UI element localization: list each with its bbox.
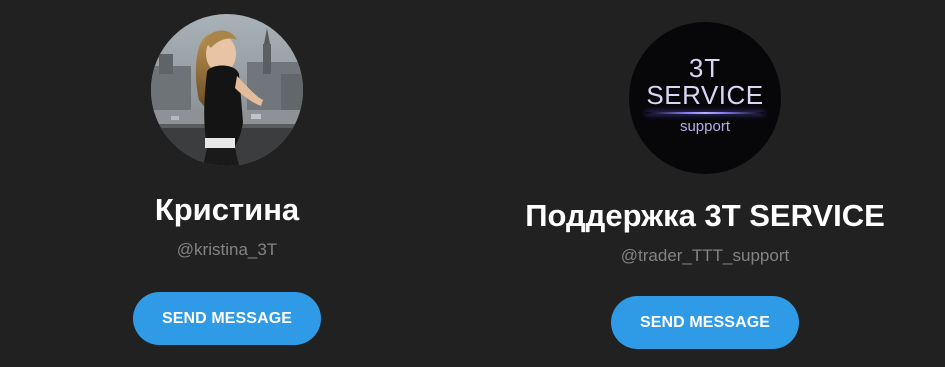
send-message-button[interactable]: SEND MESSAGE — [611, 296, 799, 349]
contact-name: Кристина — [154, 192, 300, 227]
contact-card-kristina: Кристина @kristina_3T SEND MESSAGE — [77, 0, 377, 345]
send-message-button[interactable]: SEND MESSAGE — [133, 292, 321, 345]
avatar — [151, 14, 303, 166]
contact-name: Поддержка 3T SERVICE — [525, 198, 885, 233]
logo-text-service: SERVICE — [646, 80, 764, 110]
logo-text-3t: 3T — [688, 53, 722, 83]
contact-username[interactable]: @kristina_3T — [177, 239, 277, 261]
contact-username[interactable]: @trader_TTT_support — [621, 245, 789, 267]
service-logo-icon: 3T SERVICE support — [629, 22, 781, 174]
avatar-photo-icon — [151, 14, 303, 166]
avatar: 3T SERVICE support — [629, 22, 781, 174]
logo-divider — [646, 112, 764, 114]
logo-text-support: support — [679, 118, 731, 135]
contact-card-support: 3T SERVICE support Поддержка 3T SERVICE … — [485, 0, 925, 349]
